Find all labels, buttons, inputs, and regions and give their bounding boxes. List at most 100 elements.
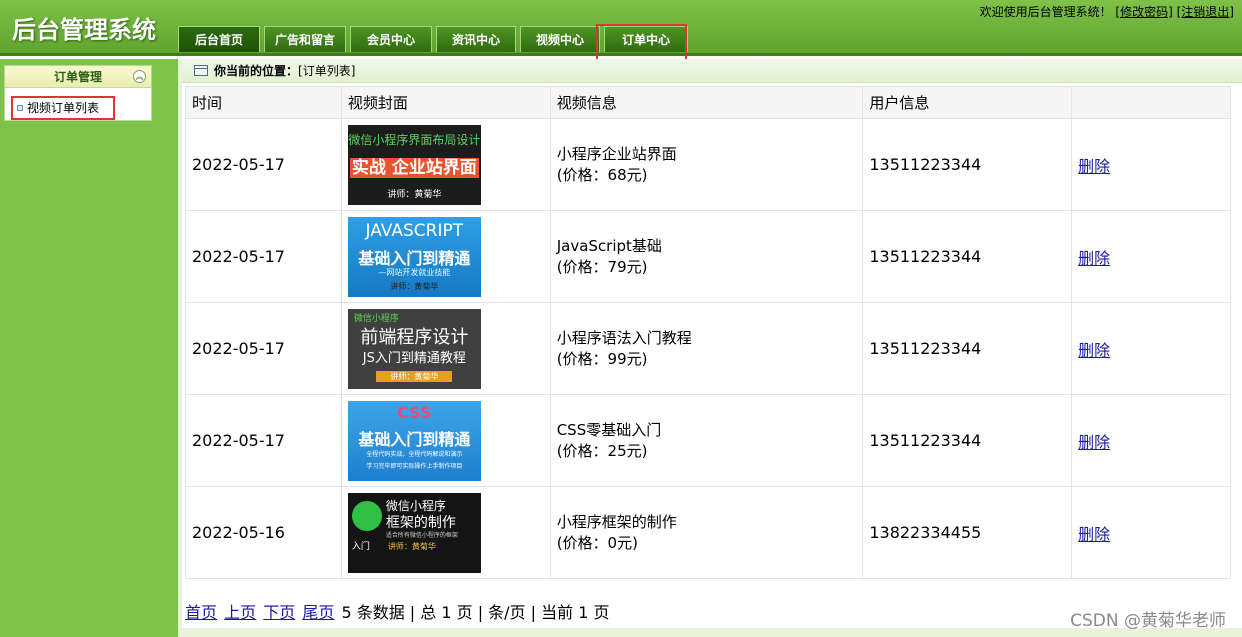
cover-text: —网站开发就业技能 — [378, 267, 451, 277]
video-cover-image[interactable]: 微信小程序界面布局设计 实战 企业站界面 讲师：黄菊华 — [347, 124, 481, 205]
action-cell: 删除 — [1071, 394, 1231, 487]
video-title: 小程序框架的制作 — [556, 512, 677, 531]
logout-link[interactable]: [注销退出] — [1177, 5, 1234, 19]
user-phone: 13511223344 — [862, 118, 1073, 211]
table-row: 2022-05-16 微信小程序 框架的制作 适合所有微信小程序的框架 入门 讲… — [185, 486, 1231, 579]
col-header-cover: 视频封面 — [340, 86, 551, 119]
tab-home[interactable]: 后台首页 — [178, 26, 260, 52]
delete-link[interactable]: 删除 — [1078, 157, 1110, 176]
video-title: 小程序语法入门教程 — [556, 328, 692, 347]
video-cover-image[interactable]: 微信小程序 框架的制作 适合所有微信小程序的框架 入门 讲师：黄菊华 — [347, 492, 481, 573]
cover-text: 基础入门到精通 — [358, 429, 471, 449]
action-cell: 删除 — [1071, 118, 1231, 211]
cover-text: 讲师：黄菊华 — [387, 189, 442, 200]
action-cell: 删除 — [1071, 302, 1231, 395]
delete-link[interactable]: 删除 — [1078, 525, 1110, 544]
video-title: JavaScript基础 — [556, 236, 662, 255]
video-price: (价格：25元) — [556, 441, 648, 460]
table-row: 2022-05-17 微信小程序 前端程序设计 JS入门到精通教程 讲师：黄菊华… — [185, 302, 1231, 395]
video-title: 小程序企业站界面 — [556, 144, 677, 163]
cover-highlight: 实战 企业站界面 — [349, 157, 479, 178]
cover-text: 框架的制作 — [385, 514, 456, 531]
delete-link[interactable]: 删除 — [1078, 433, 1110, 452]
welcome-text: 欢迎使用后台管理系统！ — [979, 5, 1112, 19]
main-content: 你当前的位置：[订单列表] 时间 视频封面 视频信息 用户信息 2022-05-… — [182, 59, 1242, 637]
left-sidebar: 订单管理 ︽ 视频订单列表 — [0, 59, 178, 637]
tab-news[interactable]: 资讯中心 — [436, 26, 516, 52]
cover-text: CSS — [397, 402, 432, 422]
video-info: 小程序企业站界面 (价格：68元) — [549, 118, 864, 211]
main-nav: 后台首页 广告和留言 会员中心 资讯中心 视频中心 订单中心 — [178, 26, 692, 53]
tab-members[interactable]: 会员中心 — [350, 26, 432, 52]
cover-text: 讲师：黄菊华 — [387, 541, 436, 551]
cover-text: 前端程序设计 — [360, 326, 469, 348]
col-header-time: 时间 — [185, 86, 342, 119]
order-date: 2022-05-16 — [185, 486, 342, 579]
tab-videos[interactable]: 视频中心 — [520, 26, 600, 52]
change-password-link[interactable]: [修改密码] — [1115, 5, 1172, 19]
video-cover-image[interactable]: CSS 基础入门到精通 全程代码实战，全程代码解说和演示 学习完毕即可实际操作上… — [347, 400, 481, 481]
table-row: 2022-05-17 微信小程序界面布局设计 实战 企业站界面 讲师：黄菊华 小… — [185, 118, 1231, 211]
cover-cell: 微信小程序界面布局设计 实战 企业站界面 讲师：黄菊华 — [340, 118, 551, 211]
pagination-summary: 5 条数据 | 总 1 页 | 条/页 | 当前 1 页 — [341, 603, 610, 622]
last-page-link[interactable]: 尾页 — [302, 603, 334, 622]
col-header-user: 用户信息 — [862, 86, 1073, 119]
delete-link[interactable]: 删除 — [1078, 249, 1110, 268]
video-info: JavaScript基础 (价格：79元) — [549, 210, 864, 303]
user-phone: 13511223344 — [862, 210, 1073, 303]
bullet-icon — [17, 104, 23, 111]
wechat-mini-program-icon — [351, 500, 382, 531]
sidebar-item-video-orders[interactable]: 视频订单列表 — [11, 96, 115, 120]
video-price: (价格：68元) — [556, 165, 648, 184]
collapse-icon[interactable]: ︽ — [133, 70, 146, 83]
tab-ads-messages[interactable]: 广告和留言 — [264, 26, 346, 52]
first-page-link[interactable]: 首页 — [185, 603, 217, 622]
panel-header[interactable]: 订单管理 ︽ — [5, 66, 151, 88]
breadcrumb-prefix: 你当前的位置： — [214, 64, 299, 78]
action-cell: 删除 — [1071, 210, 1231, 303]
order-management-panel: 订单管理 ︽ 视频订单列表 — [4, 65, 152, 121]
cover-text: JS入门到精通教程 — [362, 350, 466, 366]
top-header: 后台管理系统 欢迎使用后台管理系统！ [修改密码] [注销退出] 后台首页 广告… — [0, 0, 1242, 56]
video-info: 小程序框架的制作 (价格：0元) — [549, 486, 864, 579]
welcome-bar: 欢迎使用后台管理系统！ [修改密码] [注销退出] — [980, 3, 1234, 20]
col-header-info: 视频信息 — [549, 86, 864, 119]
breadcrumb-location: [订单列表] — [298, 64, 356, 78]
video-info: 小程序语法入门教程 (价格：99元) — [549, 302, 864, 395]
cover-text: 实战 企业站界面 — [348, 153, 481, 178]
table-row: 2022-05-17 JAVASCRIPT 基础入门到精通 —网站开发就业技能 … — [185, 210, 1231, 303]
cover-text: 学习完毕即可实际操作上手制作项目 — [366, 462, 463, 470]
cover-text: JAVASCRIPT — [365, 220, 464, 241]
video-info: CSS零基础入门 (价格：25元) — [549, 394, 864, 487]
delete-link[interactable]: 删除 — [1078, 341, 1110, 360]
video-price: (价格：79元) — [556, 257, 648, 276]
cover-text: 微信小程序界面布局设计 — [348, 132, 481, 147]
order-date: 2022-05-17 — [185, 210, 342, 303]
user-phone: 13511223344 — [862, 394, 1073, 487]
table-header-row: 时间 视频封面 视频信息 用户信息 — [185, 86, 1231, 119]
user-phone: 13822334455 — [862, 486, 1073, 579]
col-header-action — [1071, 86, 1231, 119]
video-cover-image[interactable]: JAVASCRIPT 基础入门到精通 —网站开发就业技能 讲师：黄菊华 — [347, 216, 481, 297]
prev-page-link[interactable]: 上页 — [224, 603, 256, 622]
cover-text: 全程代码实战，全程代码解说和演示 — [366, 450, 463, 458]
cover-text: 基础入门到精通 — [358, 248, 471, 268]
order-date: 2022-05-17 — [185, 394, 342, 487]
video-title: CSS零基础入门 — [556, 420, 662, 439]
order-date: 2022-05-17 — [185, 118, 342, 211]
order-date: 2022-05-17 — [185, 302, 342, 395]
video-cover-image[interactable]: 微信小程序 前端程序设计 JS入门到精通教程 讲师：黄菊华 — [347, 308, 481, 389]
cover-cell: 微信小程序 前端程序设计 JS入门到精通教程 讲师：黄菊华 — [340, 302, 551, 395]
cover-cell: JAVASCRIPT 基础入门到精通 —网站开发就业技能 讲师：黄菊华 — [340, 210, 551, 303]
cover-text: 适合所有微信小程序的框架 — [385, 531, 458, 539]
tab-orders[interactable]: 订单中心 — [604, 26, 688, 52]
user-phone: 13511223344 — [862, 302, 1073, 395]
cover-cell: 微信小程序 框架的制作 适合所有微信小程序的框架 入门 讲师：黄菊华 — [340, 486, 551, 579]
video-price: (价格：99元) — [556, 349, 648, 368]
window-icon — [194, 65, 208, 76]
video-price: (价格：0元) — [556, 533, 638, 552]
next-page-link[interactable]: 下页 — [263, 603, 295, 622]
cover-text: 讲师：黄菊华 — [348, 370, 481, 382]
action-cell: 删除 — [1071, 486, 1231, 579]
watermark: CSDN @黄菊华老师 — [1070, 611, 1226, 631]
